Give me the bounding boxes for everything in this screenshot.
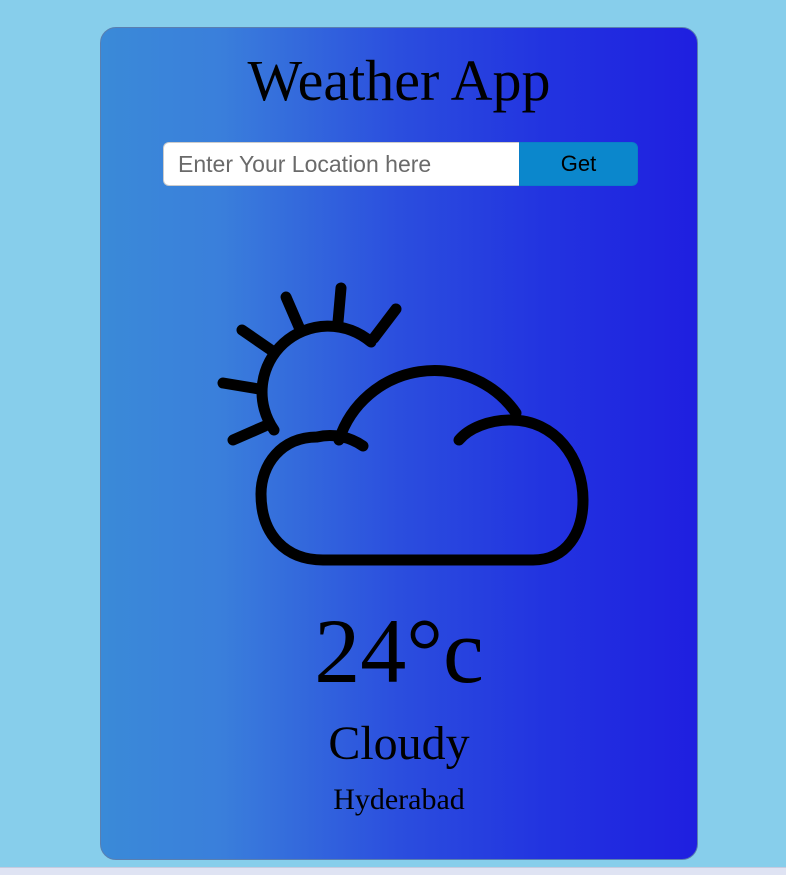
sun-ray (227, 420, 271, 446)
cloud-outline (255, 414, 589, 566)
app-title: Weather App (247, 48, 551, 113)
temperature: 24°c (314, 600, 484, 702)
weather-card: Weather App Get 24°c Cloudy Hyderabad (100, 27, 698, 860)
weather-condition: Cloudy (328, 717, 470, 770)
sun-ray (332, 282, 347, 328)
bottom-strip (0, 867, 786, 875)
sun-ray (368, 303, 402, 344)
sun-ray (217, 377, 265, 395)
cloud-top-arc (333, 365, 522, 446)
partly-cloudy-icon (217, 282, 589, 566)
location-name: Hyderabad (333, 783, 465, 816)
search-bar: Get (163, 142, 638, 186)
get-button[interactable]: Get (519, 142, 638, 186)
sun-ray (280, 291, 305, 333)
location-input[interactable] (163, 142, 519, 186)
sun-ray (236, 324, 277, 356)
